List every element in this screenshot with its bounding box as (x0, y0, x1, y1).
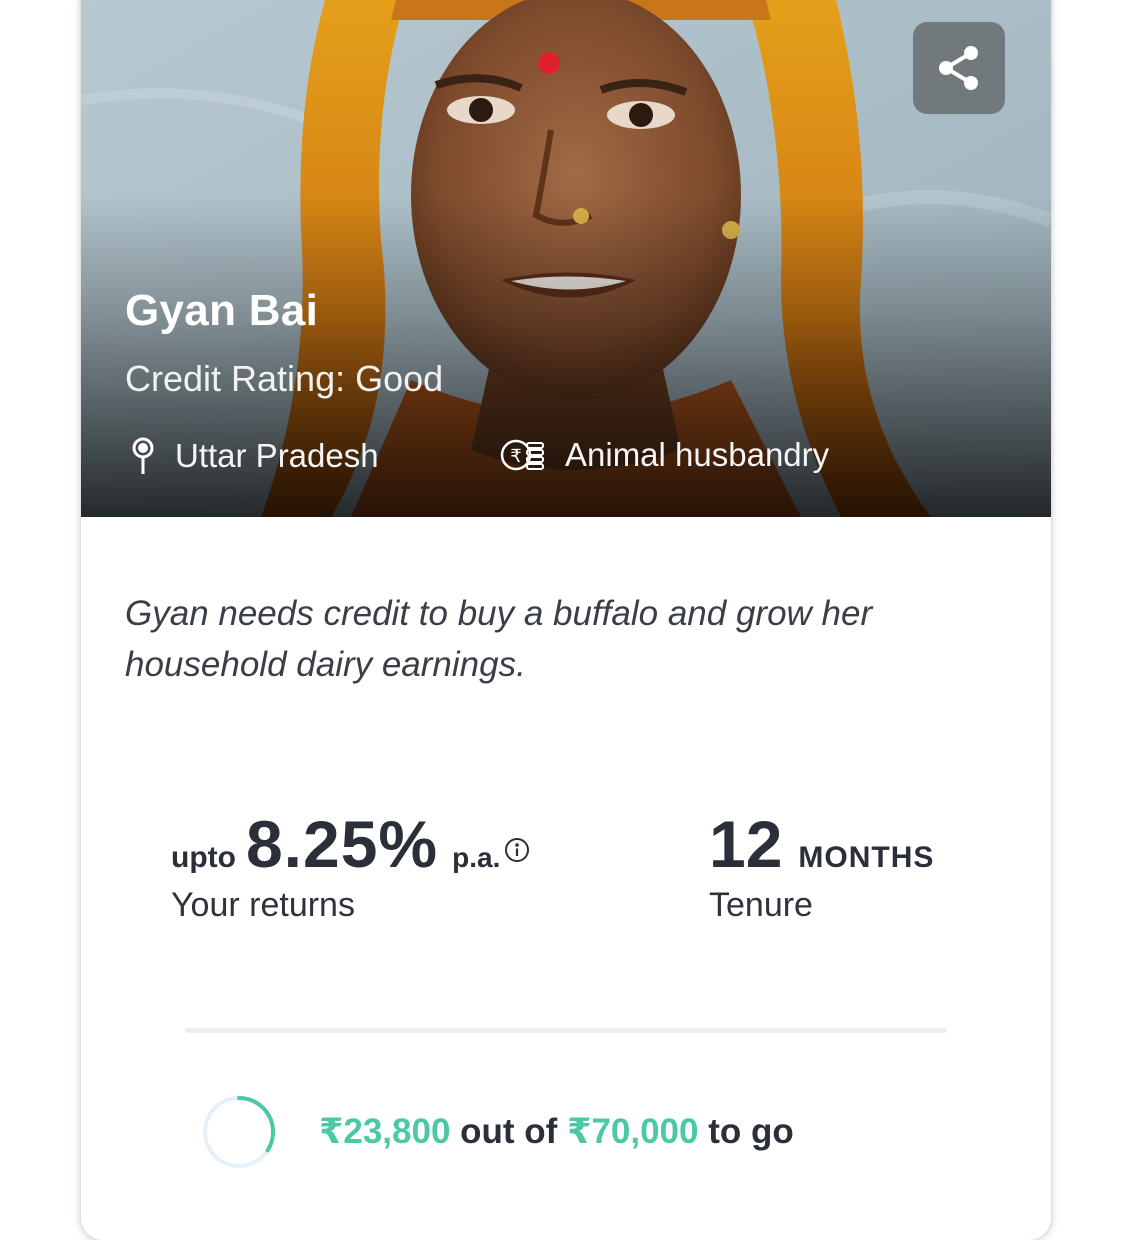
returns-rate: 8.25% (245, 807, 439, 881)
amount-goal: ₹70,000 (567, 1112, 699, 1151)
loan-description: Gyan needs credit to buy a buffalo and g… (125, 594, 873, 684)
svg-text:₹: ₹ (510, 446, 521, 467)
amount-connector: out of (460, 1112, 558, 1151)
sector-label: Animal husbandry (565, 436, 830, 473)
amount-raised: ₹23,800 (319, 1112, 451, 1151)
tenure-block: 12 MONTHS Tenure (709, 806, 934, 925)
tenure-unit: MONTHS (798, 841, 935, 874)
returns-block: upto 8.25% p.a. Your returns (171, 806, 530, 925)
location-label: Uttar Pradesh (175, 437, 379, 474)
borrower-sector: ₹ Animal husbandry (499, 436, 829, 474)
tenure-value: 12 (709, 807, 783, 881)
returns-suffix: p.a. (452, 842, 501, 873)
borrower-location: Uttar Pradesh (131, 436, 379, 476)
share-icon (939, 46, 978, 90)
section-divider (185, 1028, 947, 1033)
borrower-name: Gyan Bai (125, 286, 319, 335)
credit-rating: Credit Rating: Good (125, 358, 444, 399)
returns-prefix: upto (171, 841, 236, 874)
map-pin-icon (131, 436, 155, 476)
share-button[interactable] (913, 22, 1005, 114)
amount-suffix: to go (708, 1112, 794, 1151)
funding-status: ₹23,800 out of ₹70,000 to go (319, 1112, 794, 1152)
returns-label: Your returns (171, 886, 355, 924)
rupee-coins-icon: ₹ (499, 437, 545, 473)
info-icon[interactable] (504, 837, 530, 868)
borrower-card[interactable]: Gyan Bai Credit Rating: Good Uttar Prade… (81, 0, 1051, 1240)
funding-progress-ring (203, 1096, 275, 1168)
borrower-photo: Gyan Bai Credit Rating: Good Uttar Prade… (81, 0, 1051, 517)
funding-progress: ₹23,800 out of ₹70,000 to go (201, 1094, 794, 1170)
tenure-label: Tenure (709, 886, 813, 924)
